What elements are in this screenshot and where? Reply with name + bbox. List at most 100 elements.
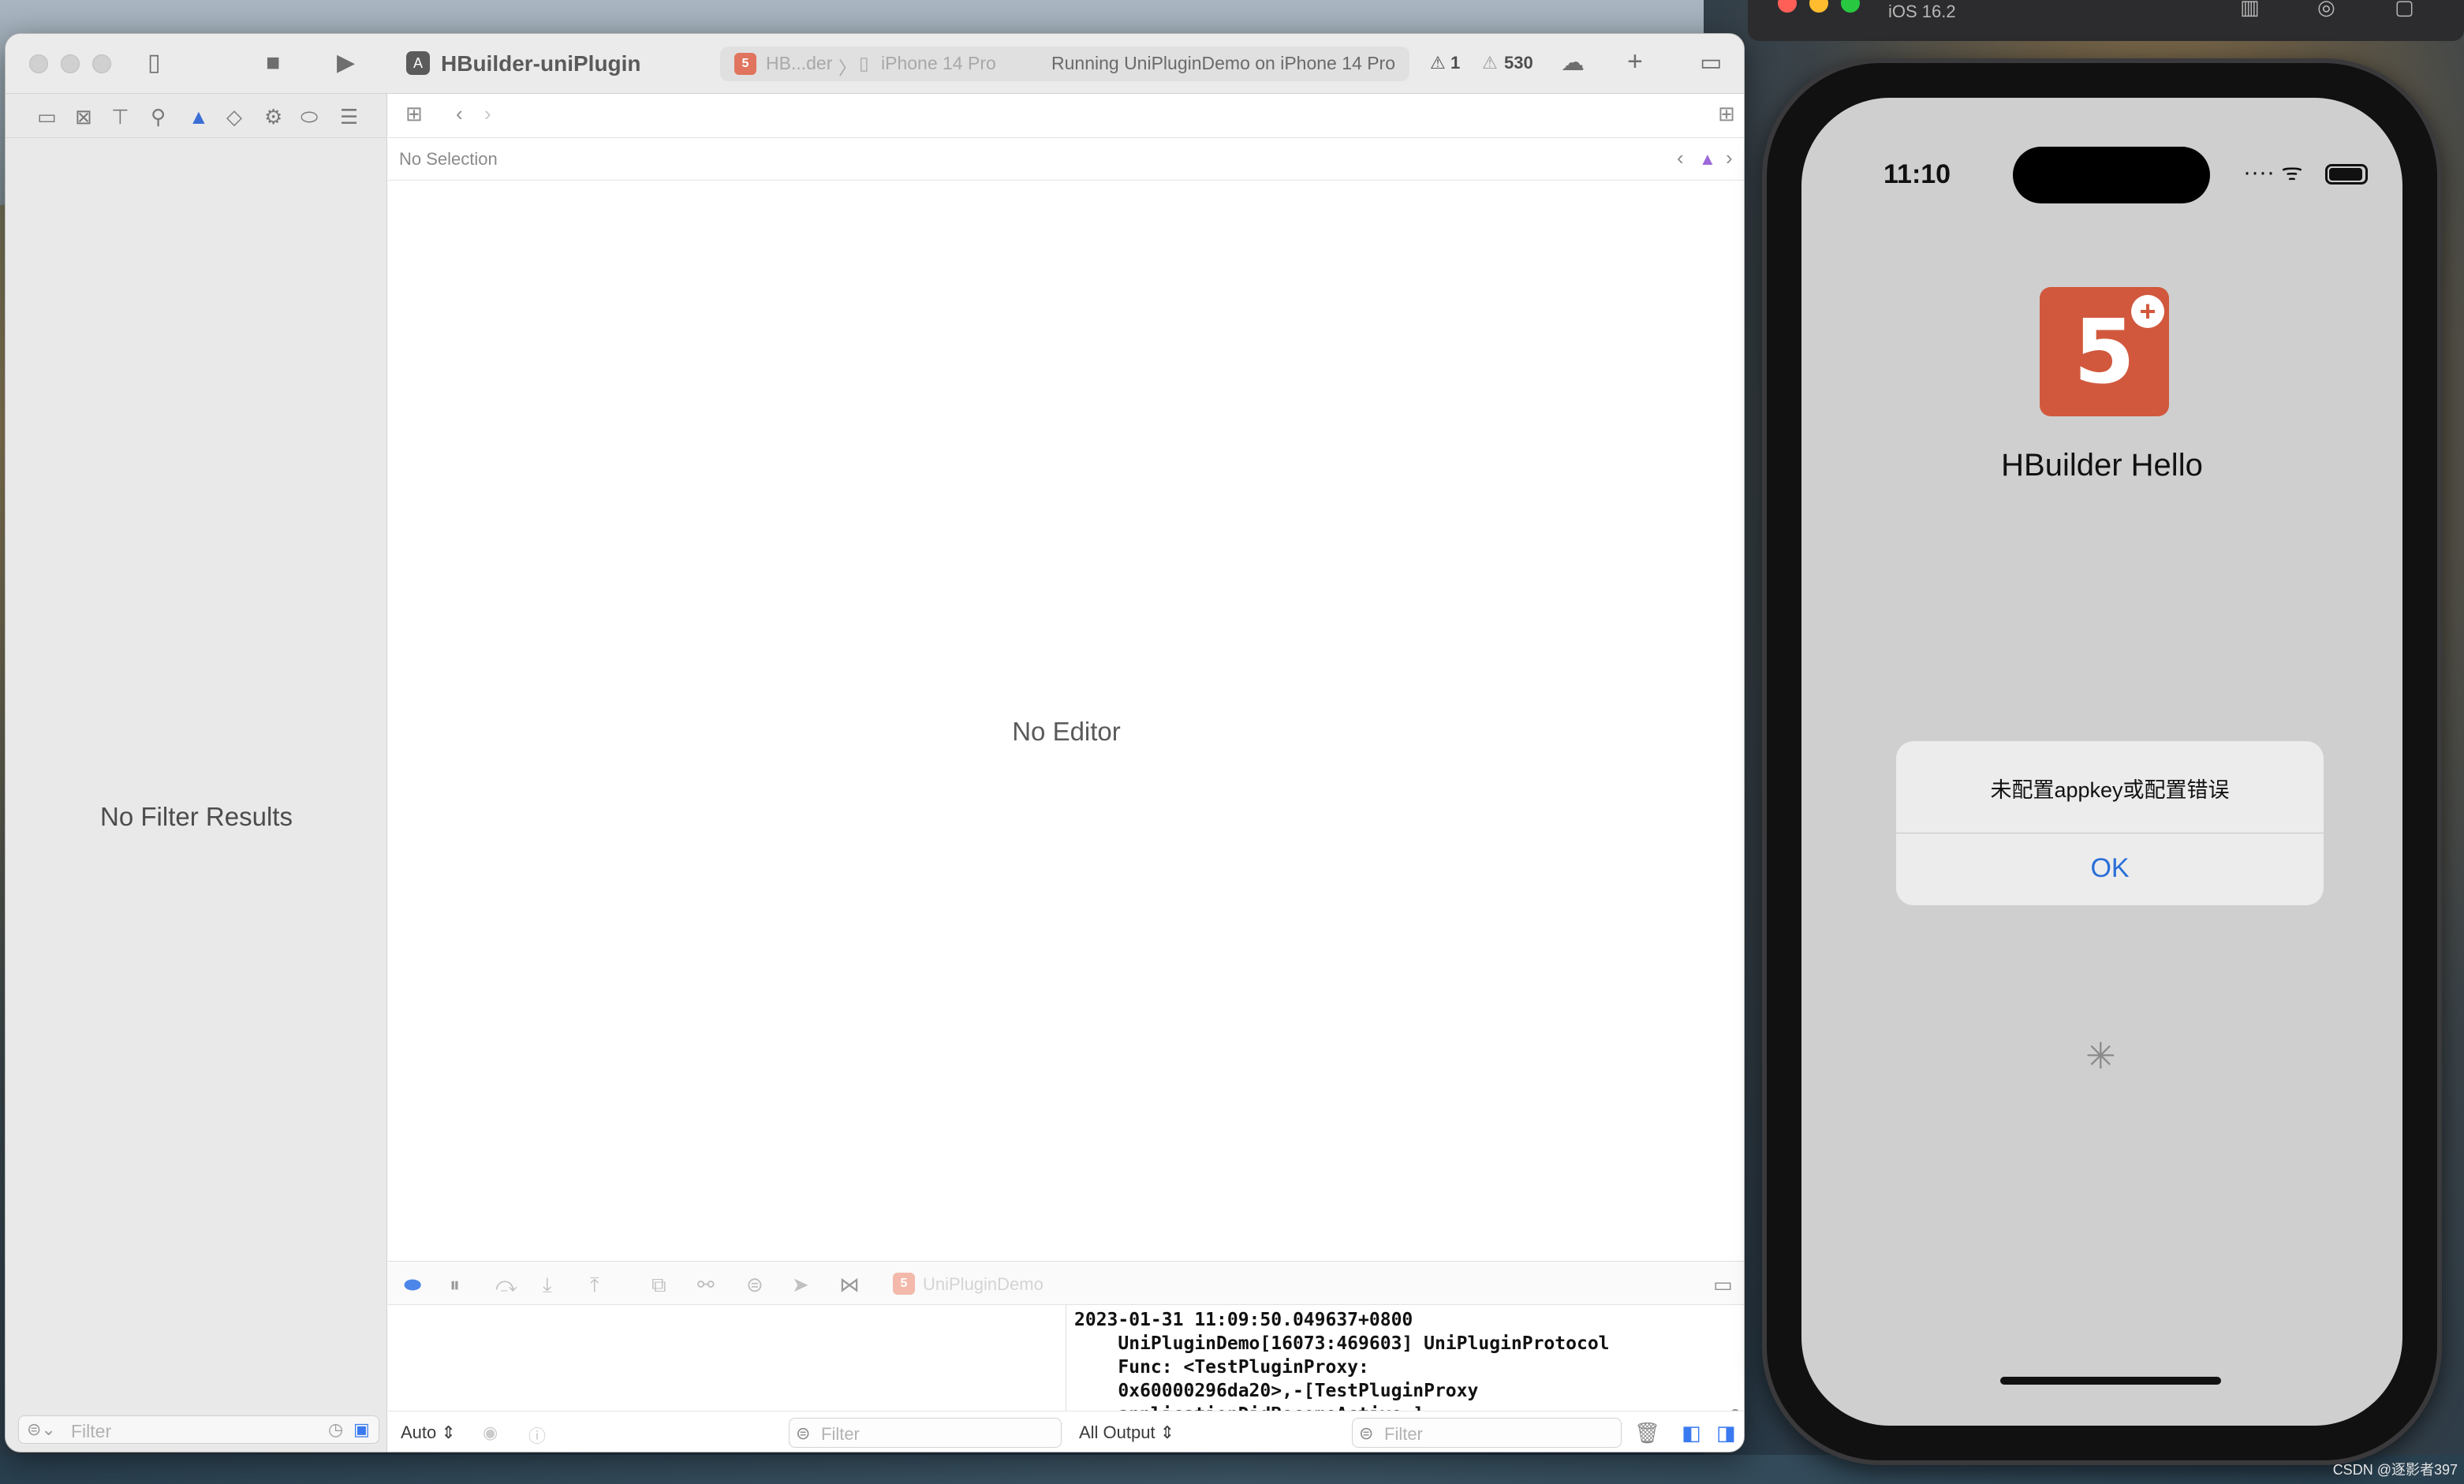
back-icon[interactable]: ‹ bbox=[456, 102, 463, 126]
symbol-hierarchy-icon[interactable]: ⊤ bbox=[111, 105, 129, 129]
issues-only-icon[interactable]: ▣ bbox=[353, 1419, 370, 1440]
simulate-location-icon[interactable]: ➤ bbox=[792, 1273, 809, 1297]
html5-icon: 5 bbox=[893, 1273, 915, 1295]
variables-scope-select[interactable]: Auto ⇕ bbox=[401, 1422, 456, 1443]
forward-icon[interactable]: › bbox=[484, 102, 491, 126]
dynamic-island bbox=[2013, 147, 2210, 203]
recent-files-icon[interactable]: ◷ bbox=[328, 1419, 343, 1440]
metal-capture-icon[interactable]: ⋈ bbox=[839, 1273, 860, 1297]
simulator-minimize-button[interactable] bbox=[1809, 0, 1828, 13]
output-selector[interactable]: All Output ⇕ bbox=[1079, 1422, 1174, 1443]
plus-badge-icon: + bbox=[2131, 295, 2164, 328]
step-out-icon[interactable]: ⤒ bbox=[590, 1273, 599, 1298]
breakpoint-icon[interactable]: ⬭ bbox=[301, 105, 318, 130]
scheme-target[interactable]: HB...der bbox=[766, 53, 832, 74]
test-diamond-icon[interactable]: ◇ bbox=[226, 105, 242, 129]
html5-icon: 5 bbox=[734, 53, 756, 75]
chevron-left-icon[interactable]: ‹ bbox=[1677, 146, 1684, 170]
breakpoints-toggle-icon[interactable]: ⬬ bbox=[404, 1273, 421, 1298]
navigator-filter-placeholder: Filter bbox=[71, 1421, 112, 1441]
home-indicator[interactable] bbox=[2000, 1377, 2221, 1385]
add-icon[interactable]: + bbox=[1627, 48, 1643, 75]
show-console-icon[interactable]: ◨ bbox=[1716, 1421, 1736, 1445]
status-bar-time: 11:10 bbox=[1883, 159, 1951, 189]
battery-icon bbox=[2325, 164, 2368, 185]
simulator-close-button[interactable] bbox=[1778, 0, 1797, 13]
memory-graph-icon[interactable]: ⚯ bbox=[697, 1273, 715, 1297]
folder-icon[interactable]: ▭ bbox=[37, 105, 57, 129]
console-log: 2023-01-31 11:09:50.049637+0800 UniPlugi… bbox=[1074, 1310, 1610, 1425]
console-filter[interactable]: ⊜ Filter bbox=[1352, 1418, 1622, 1448]
xcode-window: ▯ ■ ▶ A HBuilder-uniPlugin 5 HB...der 〉 … bbox=[5, 33, 1745, 1452]
debug-target[interactable]: UniPluginDemo bbox=[923, 1274, 1043, 1295]
navigator-panel: ▭ ⊠ ⊤ ⚲ ▲ ◇ ⚙ ⬭ ☰ No Filter Results ⊜⌄ F… bbox=[6, 94, 387, 1452]
hide-debug-area-icon[interactable]: ▭ bbox=[1713, 1273, 1733, 1297]
simulator-titlebar: iOS 16.2 ▥ ◎ ▢ bbox=[1748, 0, 2464, 41]
error-count[interactable]: 1 bbox=[1450, 53, 1460, 73]
add-editor-icon[interactable]: ⊞ bbox=[1718, 102, 1735, 126]
navigator-filter[interactable]: ⊜⌄ Filter ◷ ▣ bbox=[18, 1415, 379, 1444]
show-variables-icon[interactable]: ◧ bbox=[1682, 1421, 1701, 1445]
simulator-os-label: iOS 16.2 bbox=[1888, 2, 1956, 21]
debug-bottom-bar: Auto ⇕ ◉ ⓘ ⊜ Filter All Output ⇕ ⊜ Filte… bbox=[388, 1411, 1744, 1452]
issue-navigator-icon[interactable]: ▲ bbox=[189, 105, 209, 129]
variables-filter-placeholder: Filter bbox=[821, 1424, 860, 1444]
stop-icon[interactable]: ■ bbox=[266, 51, 280, 75]
project-app-icon: A bbox=[406, 51, 430, 75]
scheme-device[interactable]: iPhone 14 Pro bbox=[881, 53, 996, 74]
warning-triangle-icon[interactable]: ⚠ bbox=[1482, 53, 1498, 73]
trash-icon[interactable]: 🗑 bbox=[1634, 1421, 1660, 1445]
report-icon[interactable]: ☰ bbox=[340, 105, 358, 129]
editor-area: ⊞ ‹ › ⊞ No Selection ‹ ▲ › No Editor ⬬ ⏸… bbox=[388, 94, 1744, 1452]
sidebar-toggle-icon[interactable]: ▯ bbox=[147, 51, 161, 75]
chevron-right-icon: 〉 bbox=[838, 58, 857, 78]
editor-tab-bar: ⊞ ‹ › ⊞ bbox=[388, 94, 1744, 138]
cloud-icon[interactable]: ☁ bbox=[1561, 51, 1585, 75]
loading-spinner-icon: ✳ bbox=[2085, 1035, 2116, 1076]
variables-filter[interactable]: ⊜ Filter bbox=[789, 1418, 1062, 1448]
home-button-icon[interactable]: ▥ bbox=[2240, 0, 2260, 20]
alert-message: 未配置appkey或配置错误 bbox=[1990, 778, 2230, 802]
device-icon: ▯ bbox=[859, 53, 869, 73]
debug-gauges-icon[interactable]: ⚙ bbox=[264, 105, 282, 129]
debug-toolbar: ⬬ ⏸ ⤼ ⤓ ⤒ ⧉ ⚯ ⊜ ➤ ⋈ 5 UniPluginDemo ▭ bbox=[388, 1261, 1744, 1305]
zoom-window-button[interactable] bbox=[92, 54, 111, 73]
alert-ok-button[interactable]: OK bbox=[1896, 853, 2324, 884]
xcode-toolbar: ▯ ■ ▶ A HBuilder-uniPlugin 5 HB...der 〉 … bbox=[6, 34, 1744, 94]
purple-warning-icon[interactable]: ▲ bbox=[1699, 149, 1716, 170]
inspector-toggle-icon[interactable]: ▭ bbox=[1700, 51, 1722, 75]
related-items-icon[interactable]: ⊞ bbox=[405, 102, 423, 126]
environment-overrides-icon[interactable]: ⊜ bbox=[746, 1273, 763, 1297]
close-window-button[interactable] bbox=[29, 54, 48, 73]
iphone-screen[interactable]: 11:10 ···· ᯤ 5 + HBuilder Hello 未配置appke… bbox=[1801, 98, 2402, 1426]
filter-icon: ⊜ bbox=[1359, 1423, 1374, 1443]
iphone-simulator: 11:10 ···· ᯤ 5 + HBuilder Hello 未配置appke… bbox=[1762, 58, 2442, 1465]
jump-bar: No Selection ‹ ▲ › bbox=[388, 138, 1744, 181]
navigator-tabs: ▭ ⊠ ⊤ ⚲ ▲ ◇ ⚙ ⬭ ☰ bbox=[6, 94, 387, 138]
simulator-zoom-button[interactable] bbox=[1841, 0, 1860, 13]
error-triangle-icon[interactable]: ⚠ bbox=[1430, 53, 1446, 73]
screenshot-icon[interactable]: ◎ bbox=[2317, 0, 2335, 20]
signal-wifi-icon: ···· ᯤ bbox=[2243, 159, 2303, 185]
console-filter-placeholder: Filter bbox=[1384, 1424, 1423, 1444]
search-icon[interactable]: ⚲ bbox=[151, 105, 166, 129]
alert-dialog: 未配置appkey或配置错误 OK bbox=[1896, 741, 2324, 905]
activity-status: Running UniPluginDemo on iPhone 14 Pro bbox=[1051, 53, 1396, 73]
no-editor-placeholder: No Editor bbox=[1012, 717, 1121, 746]
eye-icon[interactable]: ◉ bbox=[483, 1422, 498, 1443]
no-filter-results: No Filter Results bbox=[100, 802, 293, 831]
filter-options-icon[interactable]: ⊜⌄ bbox=[27, 1419, 56, 1440]
warning-count[interactable]: 530 bbox=[1504, 53, 1533, 73]
jump-bar-selection[interactable]: No Selection bbox=[399, 149, 498, 170]
run-icon[interactable]: ▶ bbox=[337, 51, 355, 75]
view-hierarchy-icon[interactable]: ⧉ bbox=[651, 1273, 666, 1298]
pause-icon[interactable]: ⏸ bbox=[450, 1273, 460, 1298]
step-over-icon[interactable]: ⤼ bbox=[495, 1273, 517, 1298]
chevron-right-icon[interactable]: › bbox=[1726, 146, 1733, 170]
rotate-icon[interactable]: ▢ bbox=[2395, 0, 2414, 20]
filter-icon: ⊜ bbox=[796, 1423, 811, 1443]
minimize-window-button[interactable] bbox=[61, 54, 80, 73]
info-icon[interactable]: ⓘ bbox=[528, 1422, 546, 1448]
step-into-icon[interactable]: ⤓ bbox=[543, 1273, 552, 1298]
source-control-icon[interactable]: ⊠ bbox=[75, 105, 92, 129]
